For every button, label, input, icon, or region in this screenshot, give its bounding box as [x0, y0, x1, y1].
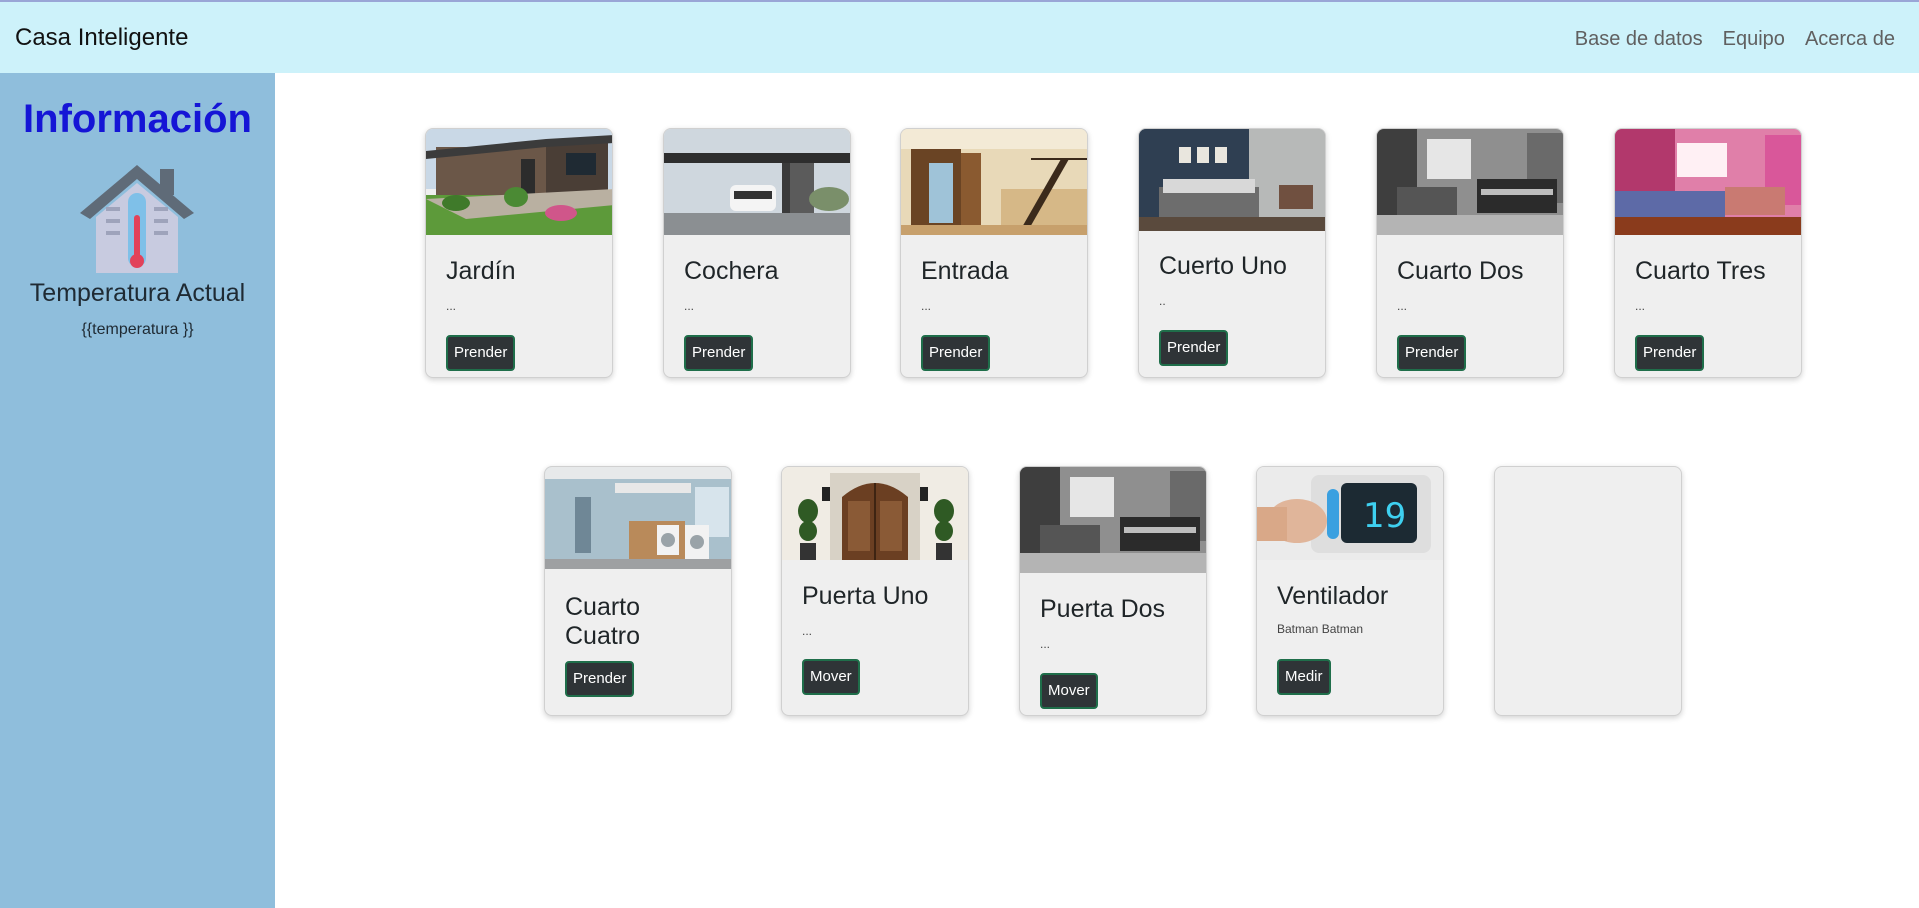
card-title: Ventilador — [1277, 582, 1389, 610]
prender-button[interactable]: Prender — [684, 335, 754, 371]
card-text: ... — [1397, 299, 1408, 313]
prender-button[interactable]: Prender — [1159, 330, 1229, 366]
card-cuarto-cuatro: Cuarto Cuatro Prender — [544, 466, 732, 716]
laundry-room-image — [545, 467, 731, 569]
front-door-image — [782, 467, 968, 560]
card-cuarto-tres: Cuarto Tres ... Prender — [1614, 128, 1802, 378]
card-text: ... — [446, 299, 457, 313]
entrance-image — [901, 129, 1087, 235]
prender-button[interactable]: Prender — [446, 335, 516, 371]
bedroom-three-image — [1615, 129, 1801, 235]
card-text: Batman Batman — [1277, 622, 1364, 636]
nav-link-base-de-datos[interactable]: Base de datos — [1575, 28, 1703, 51]
door-two-image — [1020, 467, 1206, 573]
card-text: ... — [684, 299, 695, 313]
card-title: Cuarto Cuatro — [565, 593, 641, 650]
temperature-label: Temperatura Actual — [29, 279, 246, 307]
card-text: ... — [1635, 299, 1646, 313]
card-cuerto-uno: Cuerto Uno .. Prender — [1138, 128, 1326, 378]
navbar: Casa Inteligente Base de datos Equipo Ac… — [0, 0, 1919, 73]
card-cochera: Cochera ... Prender — [663, 128, 851, 378]
card-title: Jardín — [446, 257, 516, 285]
card-text: ... — [1040, 637, 1051, 651]
nav-link-acerca-de[interactable]: Acerca de — [1805, 28, 1895, 51]
card-puerta-dos: Puerta Dos ... Mover — [1019, 466, 1207, 716]
brand-title[interactable]: Casa Inteligente — [15, 24, 188, 52]
nav-link-equipo[interactable]: Equipo — [1723, 28, 1785, 51]
card-title: Entrada — [921, 257, 1009, 285]
bedroom-one-image — [1139, 129, 1325, 231]
prender-button[interactable]: Prender — [565, 661, 635, 697]
card-title: Cuarto Tres — [1635, 257, 1766, 285]
bedroom-two-image — [1377, 129, 1563, 235]
card-title: Cuerto Uno — [1159, 252, 1287, 280]
card-title: Puerta Uno — [802, 582, 929, 610]
card-ventilador: 19 Ventilador Batman Batman Medir — [1256, 466, 1444, 716]
thermostat-image: 19 — [1257, 467, 1443, 560]
card-entrada: Entrada ... Prender — [900, 128, 1088, 378]
sidebar: Información Temperatura Actual {{tempera… — [0, 73, 275, 908]
card-puerta-uno: Puerta Uno ... Mover — [781, 466, 969, 716]
card-title: Cochera — [684, 257, 779, 285]
card-cuarto-dos: Cuarto Dos ... Prender — [1376, 128, 1564, 378]
card-title: Puerta Dos — [1040, 595, 1166, 623]
card-text: ... — [921, 299, 932, 313]
card-jardin: Jardín ... Prender — [425, 128, 613, 378]
temperature-value: {{temperatura }} — [81, 321, 194, 338]
thermometer-house-icon — [80, 165, 194, 273]
svg-text:19: 19 — [1363, 496, 1406, 536]
nav-links: Base de datos Equipo Acerca de — [1575, 28, 1895, 51]
garage-image — [664, 129, 850, 235]
prender-button[interactable]: Prender — [1635, 335, 1705, 371]
medir-button[interactable]: Medir — [1277, 659, 1331, 695]
card-empty — [1494, 466, 1682, 716]
mover-button[interactable]: Mover — [1040, 673, 1098, 709]
garden-image — [426, 129, 612, 235]
sidebar-title: Información — [23, 97, 252, 141]
card-text: .. — [1159, 294, 1166, 308]
prender-button[interactable]: Prender — [921, 335, 991, 371]
card-title: Cuarto Dos — [1397, 257, 1524, 285]
mover-button[interactable]: Mover — [802, 659, 860, 695]
prender-button[interactable]: Prender — [1397, 335, 1467, 371]
card-text: ... — [802, 624, 813, 638]
